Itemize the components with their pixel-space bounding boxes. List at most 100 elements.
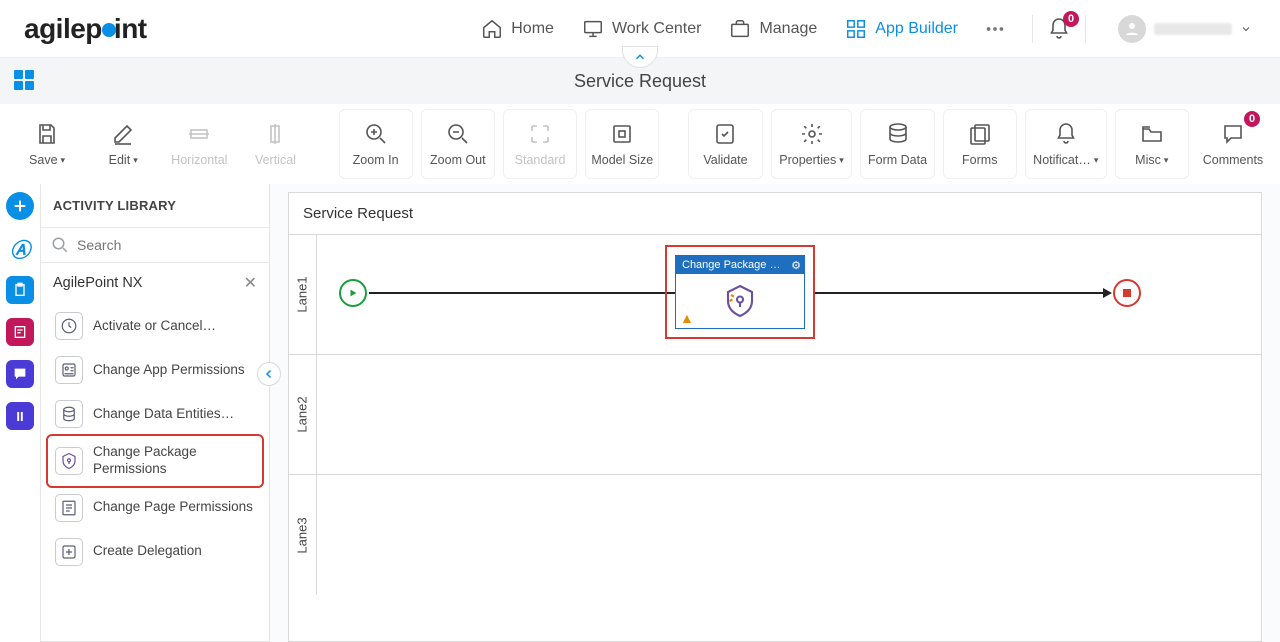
collapse-top-button[interactable] bbox=[622, 46, 658, 68]
forms-button[interactable]: Forms bbox=[943, 109, 1017, 179]
end-node[interactable] bbox=[1113, 279, 1141, 307]
dots-icon bbox=[984, 18, 1006, 40]
flow-line-2 bbox=[815, 292, 1105, 294]
nav-more-button[interactable] bbox=[972, 10, 1018, 48]
lane3-body[interactable] bbox=[317, 475, 1261, 595]
briefcase-icon bbox=[729, 18, 751, 40]
form-data-button[interactable]: Form Data bbox=[860, 109, 934, 179]
user-menu[interactable] bbox=[1118, 15, 1252, 43]
activity-item[interactable]: Change App Permissions bbox=[49, 349, 261, 391]
lane-2: Lane2 bbox=[289, 355, 1261, 475]
zoom-in-label: Zoom In bbox=[353, 153, 399, 167]
nav-separator bbox=[1032, 15, 1033, 43]
properties-button[interactable]: Properties▾ bbox=[771, 109, 853, 179]
grid-icon bbox=[12, 68, 36, 92]
lane2-body[interactable] bbox=[317, 355, 1261, 474]
validate-button[interactable]: Validate bbox=[688, 109, 762, 179]
properties-label: Properties bbox=[779, 153, 836, 167]
start-node[interactable] bbox=[339, 279, 367, 307]
toolbar: Save▾ Edit▾ Horizontal Vertical Zoom In … bbox=[0, 104, 1280, 184]
activity-item-icon bbox=[55, 494, 83, 522]
model-size-icon bbox=[610, 122, 634, 146]
activity-item[interactable]: Change Data Entities… bbox=[49, 393, 261, 435]
save-label: Save bbox=[29, 153, 58, 167]
standard-button[interactable]: Standard bbox=[503, 109, 577, 179]
horizontal-button[interactable]: Horizontal bbox=[162, 109, 236, 179]
package-permissions-icon bbox=[722, 283, 758, 319]
library-header: ACTIVITY LIBRARY bbox=[41, 184, 269, 227]
side-clipboard-button[interactable] bbox=[6, 276, 34, 304]
add-activity-button[interactable] bbox=[6, 192, 34, 220]
activity-item[interactable]: Change Package Permissions bbox=[49, 437, 261, 485]
clipboard-icon bbox=[12, 282, 28, 298]
home-icon bbox=[481, 18, 503, 40]
lane1-body[interactable]: Change Package Permi... ⚙ ▲ bbox=[317, 235, 1261, 354]
process-canvas[interactable]: Service Request Lane1 Change Package Per… bbox=[288, 192, 1262, 642]
lane-3: Lane3 bbox=[289, 475, 1261, 595]
activity-item-icon bbox=[55, 400, 83, 428]
notifications-tool-button[interactable]: Notificat…▾ bbox=[1025, 109, 1107, 179]
zoom-out-button[interactable]: Zoom Out bbox=[421, 109, 495, 179]
library-search[interactable] bbox=[41, 227, 269, 263]
nav-app-builder[interactable]: App Builder bbox=[831, 10, 972, 48]
monitor-icon bbox=[582, 18, 604, 40]
caret-down-icon: ▾ bbox=[1094, 155, 1099, 166]
model-size-button[interactable]: Model Size bbox=[585, 109, 659, 179]
search-icon bbox=[51, 236, 69, 254]
activity-item[interactable]: Change Page Permissions bbox=[49, 487, 261, 529]
activity-item-label: Change Page Permissions bbox=[93, 499, 253, 516]
activity-list: Activate or Cancel… Change App Permission… bbox=[41, 303, 269, 583]
library-category[interactable]: AgilePoint NX ✕ bbox=[41, 263, 269, 303]
nav-home[interactable]: Home bbox=[467, 10, 568, 48]
caret-down-icon: ▾ bbox=[133, 155, 138, 166]
notifications-button[interactable]: 0 bbox=[1047, 17, 1071, 41]
lane-1: Lane1 Change Package Permi... ⚙ bbox=[289, 235, 1261, 355]
standard-view-icon bbox=[528, 122, 552, 146]
vertical-label: Vertical bbox=[255, 153, 296, 167]
activity-node-title: Change Package Permi... ⚙ bbox=[676, 256, 804, 274]
search-input[interactable] bbox=[77, 237, 259, 253]
lane2-label: Lane2 bbox=[289, 355, 317, 474]
nav-manage[interactable]: Manage bbox=[715, 10, 831, 48]
save-icon bbox=[35, 122, 59, 146]
activity-item[interactable]: Activate or Cancel… bbox=[49, 305, 261, 347]
vertical-button[interactable]: Vertical bbox=[238, 109, 312, 179]
collapse-library-button[interactable] bbox=[257, 362, 281, 386]
nav-work-center-label: Work Center bbox=[612, 20, 702, 38]
misc-button[interactable]: Misc▾ bbox=[1115, 109, 1189, 179]
folder-icon bbox=[1140, 122, 1164, 146]
comments-button[interactable]: 0 Comments bbox=[1196, 109, 1270, 179]
edit-label: Edit bbox=[109, 153, 131, 167]
side-notes-button[interactable] bbox=[6, 318, 34, 346]
comments-label: Comments bbox=[1203, 153, 1263, 167]
zoom-in-button[interactable]: Zoom In bbox=[339, 109, 413, 179]
side-layout-button[interactable]: II bbox=[6, 402, 34, 430]
chevron-down-icon bbox=[1240, 23, 1252, 35]
standard-label: Standard bbox=[515, 153, 566, 167]
library-category-label: AgilePoint NX bbox=[53, 275, 142, 291]
side-chat-button[interactable] bbox=[6, 360, 34, 388]
edit-button[interactable]: Edit▾ bbox=[86, 109, 160, 179]
close-icon[interactable]: ✕ bbox=[244, 273, 257, 293]
activity-node[interactable]: Change Package Permi... ⚙ ▲ bbox=[675, 255, 805, 329]
save-button[interactable]: Save▾ bbox=[10, 109, 84, 179]
gear-icon[interactable]: ⚙ bbox=[791, 259, 801, 272]
lane3-label: Lane3 bbox=[289, 475, 317, 595]
flow-line-1 bbox=[369, 292, 676, 294]
activity-item-label: Activate or Cancel… bbox=[93, 318, 216, 335]
side-agilepoint-button[interactable]: Ⓐ bbox=[6, 234, 34, 262]
comments-badge: 0 bbox=[1244, 111, 1260, 127]
validate-label: Validate bbox=[703, 153, 747, 167]
notifications-badge: 0 bbox=[1063, 11, 1079, 27]
activity-item[interactable]: Create Delegation bbox=[49, 531, 261, 573]
apps-grid-button[interactable] bbox=[12, 68, 36, 92]
page-title-bar: Service Request bbox=[0, 58, 1280, 104]
caret-down-icon: ▾ bbox=[61, 155, 66, 166]
activity-item-label: Change App Permissions bbox=[93, 362, 245, 379]
model-size-label: Model Size bbox=[591, 153, 653, 167]
activity-item-icon bbox=[55, 538, 83, 566]
nav-work-center[interactable]: Work Center bbox=[568, 10, 716, 48]
chevron-up-icon bbox=[633, 50, 647, 64]
canvas-title: Service Request bbox=[289, 193, 1261, 235]
comment-icon bbox=[1221, 122, 1245, 146]
